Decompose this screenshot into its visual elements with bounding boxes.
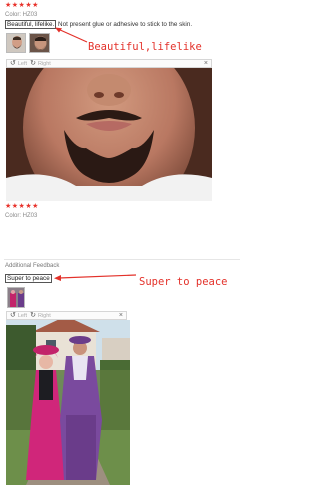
review-thumbnail-2[interactable] [29,33,50,53]
close-icon[interactable]: × [119,312,123,319]
rotate-left-label: Left [17,312,28,319]
costume-thumb-image [8,288,24,307]
rotate-left-icon: ↺ [10,60,16,67]
rotate-right-button[interactable]: ↻ Right [30,60,51,67]
review-photo-enlarged [6,68,212,201]
feedback-heading: Additional Feedback [5,263,60,269]
review-text: Beautiful, lifelike. Not present glue or… [5,20,192,29]
rotate-left-label: Left [17,60,28,67]
rotate-right-label: Right [37,60,51,67]
rotate-left-button[interactable]: ↺ Left [10,60,27,67]
annotation-arrow [54,274,137,281]
beard-photo [6,68,212,201]
image-viewer-toolbar: ↺ Left ↻ Right × [6,59,212,68]
review-summary: Beautiful, lifelike. [5,20,57,29]
feedback-photo-enlarged [6,320,130,485]
feedback-thumbnail[interactable] [7,287,25,308]
close-icon[interactable]: × [204,60,208,67]
costume-photo [6,320,130,485]
review-stars: ★★★★★ [5,2,39,9]
rotate-left-icon: ↺ [10,312,16,319]
rotate-right-icon: ↻ [30,60,36,67]
review-color: Color: HZ03 [5,12,38,18]
annotation-arrow [55,27,88,43]
feedback-text: Super to peace [5,274,52,283]
rotate-right-label: Right [37,312,51,319]
rotate-right-icon: ↻ [30,312,36,319]
annotation-label: Super to peace [139,276,228,288]
beard-thumb-image [7,34,25,52]
feedback-summary: Super to peace [5,274,52,283]
beard-thumb-image [30,34,49,52]
review-thumbnail-1[interactable] [6,33,26,53]
image-viewer-toolbar: ↺ Left ↻ Right × [6,311,127,320]
review-color: Color: HZ03 [5,213,38,219]
review-stars: ★★★★★ [5,203,39,210]
rotate-left-button[interactable]: ↺ Left [10,312,27,319]
section-divider [4,259,240,260]
annotation-label: Beautiful,lifelike [88,41,202,53]
rotate-right-button[interactable]: ↻ Right [30,312,51,319]
